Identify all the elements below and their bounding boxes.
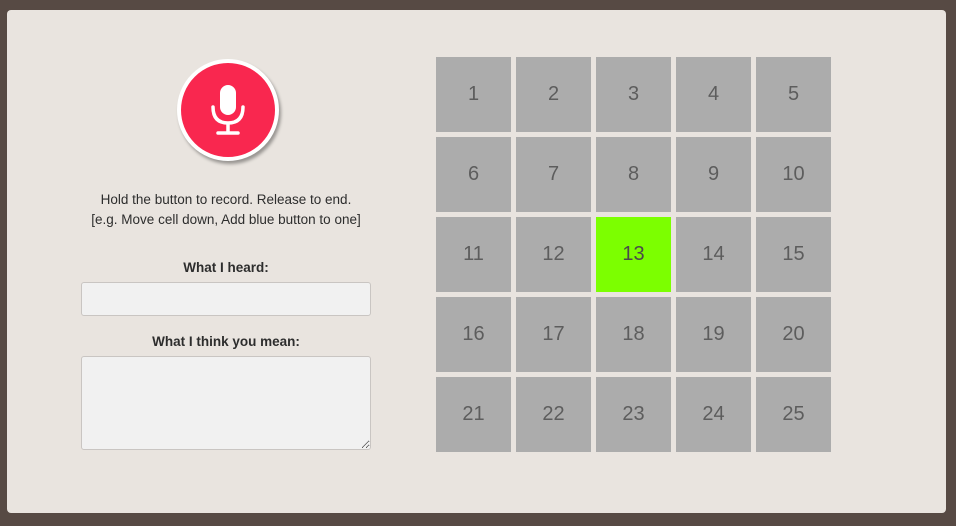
grid-cell-17[interactable]: 17 — [516, 297, 591, 372]
grid-cell-12[interactable]: 12 — [516, 217, 591, 292]
grid-cell-7[interactable]: 7 — [516, 137, 591, 212]
instructions: Hold the button to record. Release to en… — [61, 190, 391, 230]
grid-cell-20[interactable]: 20 — [756, 297, 831, 372]
grid-cell-2[interactable]: 2 — [516, 57, 591, 132]
grid-cell-5[interactable]: 5 — [756, 57, 831, 132]
instruction-line-2: [e.g. Move cell down, Add blue button to… — [91, 212, 361, 227]
heard-label: What I heard: — [183, 260, 269, 275]
grid-cell-4[interactable]: 4 — [676, 57, 751, 132]
grid-cell-23[interactable]: 23 — [596, 377, 671, 452]
microphone-icon — [211, 85, 245, 135]
grid-cell-18[interactable]: 18 — [596, 297, 671, 372]
grid-cell-14[interactable]: 14 — [676, 217, 751, 292]
grid-cell-8[interactable]: 8 — [596, 137, 671, 212]
grid-cell-15[interactable]: 15 — [756, 217, 831, 292]
grid-cell-13[interactable]: 13 — [596, 217, 671, 292]
cell-grid: 1 2 3 4 5 6 7 8 9 10 11 12 13 14 15 16 17 18 19 20 21 22 23 24 2… — [436, 57, 832, 453]
grid-cell-10[interactable]: 10 — [756, 137, 831, 212]
heard-input[interactable] — [81, 282, 371, 316]
grid-cell-6[interactable]: 6 — [436, 137, 511, 212]
grid-cell-1[interactable]: 1 — [436, 57, 511, 132]
grid-cell-9[interactable]: 9 — [676, 137, 751, 212]
meaning-label: What I think you mean: — [152, 334, 300, 349]
grid-cell-19[interactable]: 19 — [676, 297, 751, 372]
grid-cell-24[interactable]: 24 — [676, 377, 751, 452]
grid-cell-3[interactable]: 3 — [596, 57, 671, 132]
grid-cell-21[interactable]: 21 — [436, 377, 511, 452]
app-panel: Hold the button to record. Release to en… — [7, 10, 946, 513]
recorder-section: Hold the button to record. Release to en… — [81, 10, 371, 513]
grid-cell-11[interactable]: 11 — [436, 217, 511, 292]
record-button[interactable] — [177, 59, 279, 161]
grid-cell-16[interactable]: 16 — [436, 297, 511, 372]
meaning-textarea[interactable] — [81, 356, 371, 450]
instruction-line-1: Hold the button to record. Release to en… — [100, 192, 352, 207]
grid-cell-22[interactable]: 22 — [516, 377, 591, 452]
grid-cell-25[interactable]: 25 — [756, 377, 831, 452]
